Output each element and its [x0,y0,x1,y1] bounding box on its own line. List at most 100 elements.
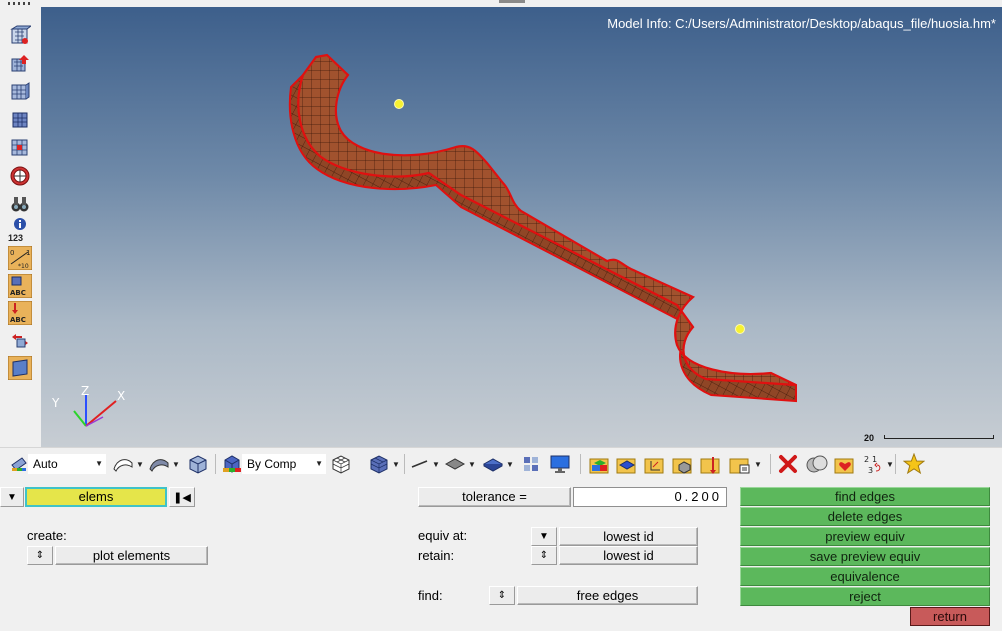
color-by-dropdown[interactable]: By Comp ▼ [242,454,326,474]
grid-icon[interactable] [522,453,540,475]
svg-text:3: 3 [868,466,873,475]
chevron-down-icon: ▼ [539,531,549,542]
mesh-highlight-icon[interactable] [7,135,33,161]
numbering-icon[interactable]: 0 1 *10 [7,245,33,271]
axis-x-label: X [117,389,125,403]
save-preview-equiv-button[interactable]: save preview equiv [740,547,990,566]
graphics-viewport[interactable]: Z Y X Model Info: C:/Users/Administrator… [41,7,1002,447]
panel-resize-handle[interactable] [499,0,525,3]
color-mode-value: Auto [33,457,58,471]
updown-icon: ⇕ [35,550,45,561]
top-strip [0,0,1002,7]
entity-type-menu[interactable]: ▼ [0,487,24,507]
preview-equiv-button[interactable]: preview equiv [740,527,990,546]
visualization-toolbar: Auto ▼ ▼ ▼ By Comp ▼ ▼ ▼ ▼ ▼ ▼ 2 1 3 ▼ [0,447,1002,480]
delete-x-icon[interactable] [778,453,798,475]
create-toggle[interactable]: ⇕ [27,546,53,565]
folder-flag-icon[interactable] [699,453,723,475]
folder-export-icon[interactable]: ▼ [728,453,762,475]
shaded-cube-icon[interactable]: ▼ [368,453,400,475]
find-label: find: [418,588,443,603]
equivalence-button[interactable]: equivalence [740,567,990,586]
chevron-down-icon: ▼ [136,459,144,469]
left-toolbar: 123 0 1 *10 ABC ABC [0,7,41,447]
folder-heart-icon[interactable] [833,453,857,475]
renumber-icon[interactable]: 2 1 3 ▼ [862,453,894,475]
find-attached-icon[interactable] [7,79,33,105]
retain-toggle[interactable]: ⇕ [531,546,557,565]
axis-triad: Z Y X [51,384,125,427]
axis-z-label: Z [81,384,89,398]
wireframe-icon[interactable] [330,453,352,475]
equiv-at-menu[interactable]: ▼ [531,527,557,546]
folder-axis-icon[interactable] [643,453,667,475]
return-button[interactable]: return [910,607,990,626]
move-transform-icon[interactable] [7,327,33,353]
chevron-down-icon: ▼ [7,491,17,503]
favorite-star-icon[interactable] [903,453,925,475]
equiv-at-label: equiv at: [418,528,468,543]
chevron-down-icon: ▼ [392,459,400,469]
monitor-icon[interactable] [549,453,571,475]
scale-label: 20 [864,433,875,443]
reject-button[interactable]: reject [740,587,990,606]
component-color-icon[interactable] [222,453,242,475]
equiv-at-button[interactable]: lowest id [559,527,698,546]
chevron-down-icon: ▼ [506,459,514,469]
chevron-down-icon: ▼ [754,459,762,469]
equivalence-panel: ▼ elems ❚◀ create: ⇕ plot elements toler… [0,480,1002,631]
line-icon[interactable]: ▼ [410,453,440,475]
solid-plane-icon[interactable]: ▼ [482,453,514,475]
binoculars-icon[interactable] [7,191,33,217]
shell-panel-icon[interactable] [7,355,33,381]
svg-text:*10: *10 [18,263,29,270]
reset-selection-icon[interactable]: ❚◀ [169,487,195,507]
svg-text:0: 0 [10,249,14,257]
chevron-down-icon: ▼ [468,459,476,469]
chevron-down-icon: ▼ [432,459,440,469]
retain-button[interactable]: lowest id [559,546,698,565]
find-toggle[interactable]: ⇕ [489,586,515,605]
cube-icon[interactable] [187,453,209,475]
abc-labels-icon[interactable]: ABC [7,273,33,299]
surface-display-icon[interactable]: ▼ [112,453,144,475]
toolbar-grip-dots[interactable] [8,2,32,5]
color-mode-dropdown[interactable]: Auto ▼ [28,454,106,474]
chevron-down-icon: ▼ [315,459,323,468]
axis-y-label: Y [51,396,60,410]
svg-text:ABC: ABC [10,289,26,297]
color-by-value: By Comp [247,457,297,471]
tolerance-input[interactable]: 0.200 [573,487,727,507]
mask-elements-icon[interactable] [7,51,33,77]
tolerance-button[interactable]: tolerance = [418,487,571,507]
plot-elements-button[interactable]: plot elements [55,546,208,565]
component-view-icon[interactable] [7,23,33,49]
retain-label: retain: [418,548,455,563]
scale-bar: 20 [864,433,1002,446]
find-edges-button[interactable]: find edges [740,487,990,506]
folder-cube-icon[interactable] [671,453,695,475]
svg-text:ABC: ABC [10,316,26,324]
plane-icon[interactable]: ▼ [444,453,476,475]
mask-icon[interactable] [805,453,829,475]
svg-text:1: 1 [872,455,877,464]
abc-load-icon[interactable]: ABC [7,300,33,326]
mesh-model[interactable]: Z Y X [41,7,1002,447]
collector-icon[interactable] [615,453,639,475]
compass-icon[interactable] [7,163,33,189]
chevron-down-icon: ▼ [886,459,894,469]
model-info-text: Model Info: C:/Users/Administrator/Deskt… [607,16,996,31]
shaded-display-icon[interactable]: ▼ [148,453,180,475]
components-icon[interactable] [588,453,612,475]
mesh-grid-icon[interactable] [7,107,33,133]
chevron-down-icon: ▼ [172,459,180,469]
entity-selector[interactable]: elems [25,487,167,507]
delete-edges-button[interactable]: delete edges [740,507,990,526]
auto-color-icon[interactable] [10,453,28,475]
numbers-toggle-label[interactable]: 123 [8,233,23,243]
updown-icon: ⇕ [497,590,507,601]
scale-line [884,435,994,439]
svg-text:2: 2 [864,455,869,464]
info-icon[interactable] [7,215,33,233]
find-type-button[interactable]: free edges [517,586,698,605]
